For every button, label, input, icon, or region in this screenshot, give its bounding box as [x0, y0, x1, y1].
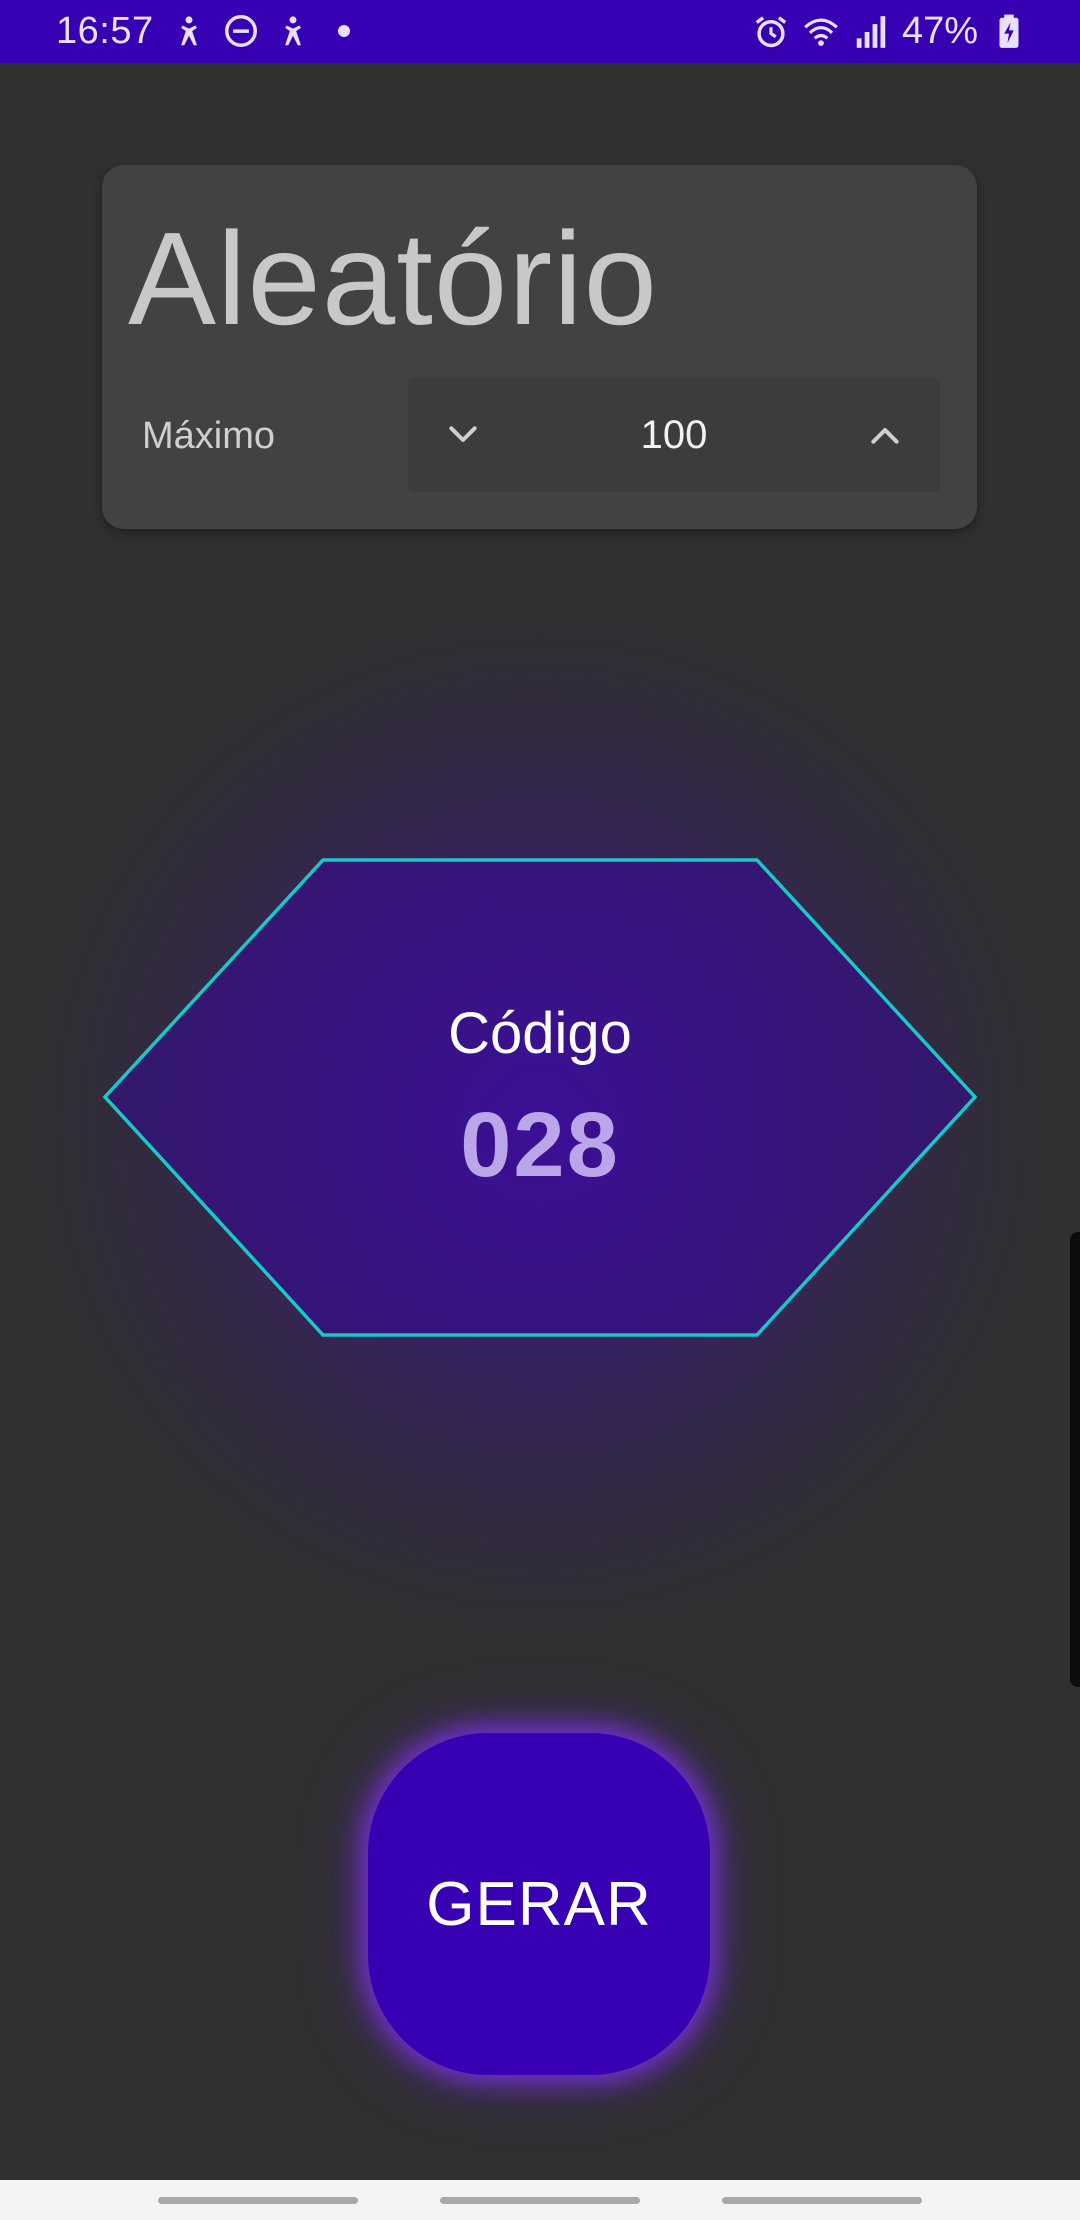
header-card: Aleatório Máximo 100 — [102, 165, 977, 529]
alarm-icon — [755, 15, 787, 47]
status-left-icons — [170, 12, 362, 50]
battery-percent: 47% — [901, 10, 978, 52]
accessibility-icon — [181, 16, 197, 46]
page-title: Aleatório — [128, 205, 658, 352]
notification-dot-icon — [338, 25, 350, 37]
increase-button[interactable] — [830, 378, 940, 492]
max-value[interactable]: 100 — [518, 378, 830, 492]
status-right-icons: 47% — [752, 10, 1028, 53]
nav-back-handle[interactable] — [722, 2197, 922, 2204]
edge-panel-handle[interactable] — [1070, 1232, 1080, 1687]
max-label: Máximo — [142, 415, 276, 457]
nav-home-handle[interactable] — [440, 2197, 640, 2204]
do-not-disturb-icon — [225, 15, 257, 47]
accessibility-icon — [285, 16, 301, 46]
nav-recents-handle[interactable] — [158, 2197, 358, 2204]
navigation-bar — [0, 2180, 1080, 2220]
status-bar: 16:57 47% — [0, 0, 1080, 63]
result-hexagon: Código 028 — [100, 855, 980, 1340]
chevron-up-icon — [871, 428, 899, 444]
chevron-down-icon — [449, 426, 477, 442]
app-screen: 16:57 47% Aleatório Máximo 100 Código 02… — [0, 0, 1080, 2220]
status-time: 16:57 — [56, 10, 154, 52]
generate-button[interactable]: GERAR — [368, 1733, 710, 2075]
signal-icon — [856, 15, 886, 48]
battery-charging-icon — [999, 14, 1019, 48]
wifi-icon — [804, 18, 838, 46]
max-value-stepper: 100 — [408, 378, 940, 492]
code-label: Código — [448, 1001, 632, 1066]
code-value: 028 — [460, 1094, 620, 1196]
decrease-button[interactable] — [408, 378, 518, 492]
